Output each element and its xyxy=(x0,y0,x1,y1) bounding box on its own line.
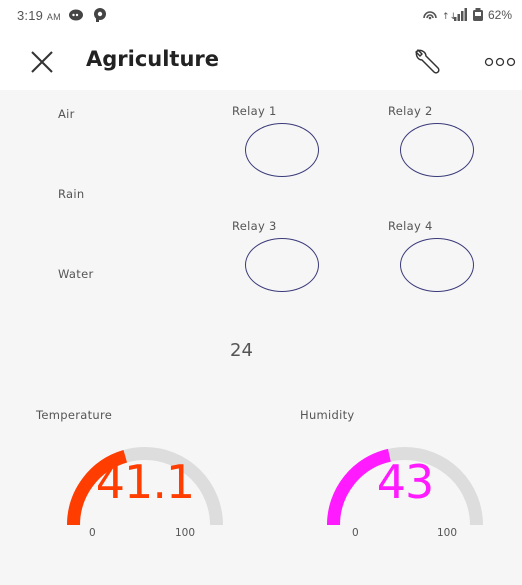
temperature-max: 100 xyxy=(175,527,196,539)
relay-1-label: Relay 1 xyxy=(232,104,277,118)
notification-icons xyxy=(69,8,106,22)
humidity-label: Humidity xyxy=(300,408,355,422)
p-app-icon xyxy=(94,8,106,22)
relay-3-button[interactable] xyxy=(245,238,319,292)
battery-icon xyxy=(472,8,483,21)
temperature-label: Temperature xyxy=(36,408,113,422)
close-icon[interactable] xyxy=(28,48,56,76)
status-right: ↑↓ 62% xyxy=(422,6,512,24)
relay-3-label: Relay 3 xyxy=(232,219,277,233)
page-title: Agriculture xyxy=(86,47,220,71)
water-label: Water xyxy=(58,267,94,281)
status-bar: 3:19 AM ↑↓ 62% xyxy=(0,0,522,30)
status-time-ampm: AM xyxy=(46,12,61,22)
humidity-max: 100 xyxy=(437,527,458,539)
relay-4-button[interactable] xyxy=(400,238,474,292)
hotspot-icon xyxy=(423,11,437,20)
wrench-icon[interactable] xyxy=(412,46,442,76)
status-time-value: 3:19 xyxy=(17,8,44,23)
air-label: Air xyxy=(58,107,75,121)
relay-2-label: Relay 2 xyxy=(388,104,433,118)
relay-2-button[interactable] xyxy=(400,123,474,177)
temperature-value: 41.1 xyxy=(95,455,195,509)
relay-4-label: Relay 4 xyxy=(388,219,433,233)
temperature-min: 0 xyxy=(89,527,96,539)
relay-1-button[interactable] xyxy=(245,123,319,177)
signal-icon: ↑↓ xyxy=(442,8,467,22)
app-header: Agriculture xyxy=(0,30,522,90)
humidity-min: 0 xyxy=(352,527,359,539)
battery-percent: 62% xyxy=(487,8,512,22)
value-display: 24 xyxy=(230,340,253,361)
humidity-value: 43 xyxy=(376,455,435,509)
status-time: 3:19 AM xyxy=(17,8,61,23)
chat-icon xyxy=(69,9,83,21)
more-icon[interactable] xyxy=(484,56,516,68)
rain-label: Rain xyxy=(58,187,85,201)
